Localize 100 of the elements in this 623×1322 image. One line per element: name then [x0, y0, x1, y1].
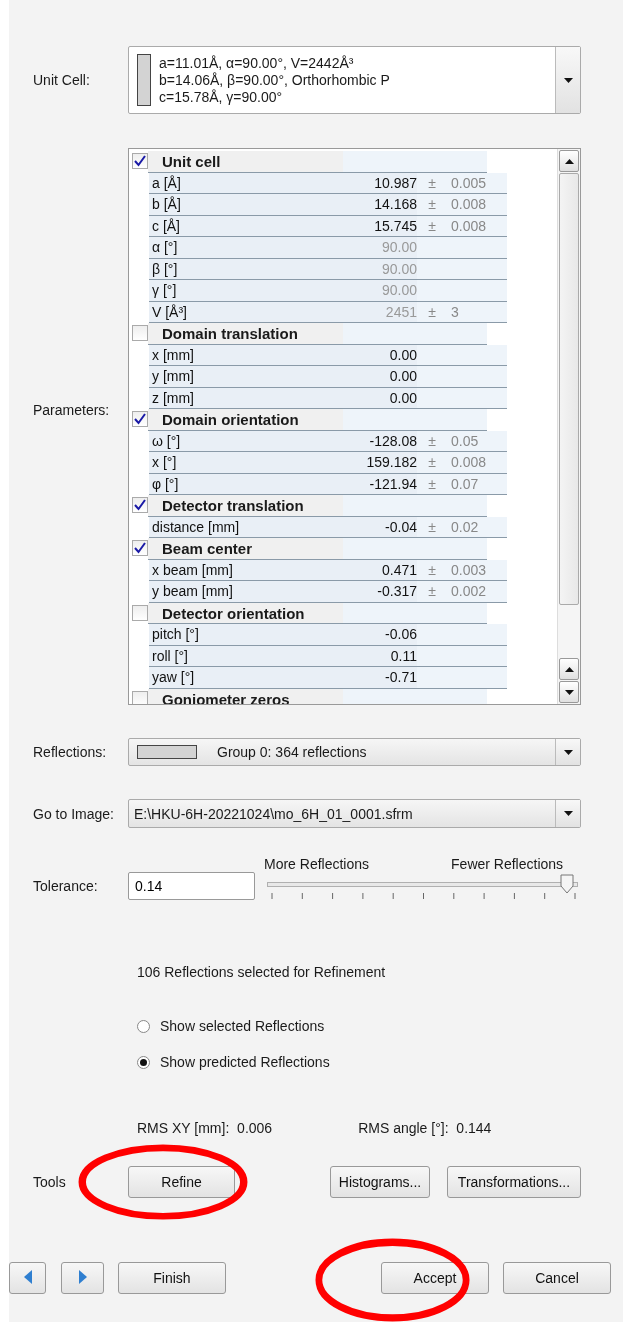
scroll-up-icon[interactable] — [564, 158, 574, 164]
group-title: Detector translation — [148, 495, 487, 517]
group-checkbox[interactable] — [132, 690, 148, 704]
group-checkbox[interactable] — [132, 153, 148, 169]
tools-label: Tools — [32, 1174, 67, 1190]
parameter-name: V [Å³] — [149, 301, 346, 323]
caret-icon — [563, 77, 573, 83]
plus-minus-cell: ± — [417, 473, 447, 495]
radio-option[interactable]: Show predicted Reflections — [137, 1054, 623, 1070]
plus-minus-cell: ± — [417, 430, 447, 452]
plus-minus-cell: ± — [417, 516, 447, 538]
dialog-button[interactable]: Accept — [381, 1262, 489, 1294]
scroll-up-icon[interactable] — [564, 666, 574, 672]
dialog-button[interactable]: Finish — [118, 1262, 226, 1294]
tolerance-field[interactable]: 0.14 — [128, 872, 255, 900]
parameter-name: α [°] — [149, 237, 346, 259]
group-title: Domain translation — [148, 323, 487, 345]
dialog-button[interactable]: Cancel — [503, 1262, 611, 1294]
parameter-error: 0.005 — [447, 172, 507, 194]
plus-minus-cell: ± — [417, 301, 447, 323]
next-button[interactable] — [61, 1262, 104, 1294]
tool-button[interactable]: Transformations... — [447, 1166, 581, 1198]
unit-cell-line: a=11.01Å, α=90.00°, V=2442Å³ — [159, 54, 354, 71]
parameter-error: 0.008 — [447, 215, 507, 237]
parameter-value: 90.00 — [346, 237, 417, 259]
tool-button[interactable]: Refine — [128, 1166, 235, 1198]
parameter-value: 2451 — [346, 301, 417, 323]
checkmark-icon — [134, 499, 146, 511]
parameter-error — [447, 624, 507, 646]
field-label: Tolerance: — [32, 878, 99, 894]
slider-label: Fewer Reflections — [451, 856, 564, 872]
parameter-error: 0.002 — [447, 581, 507, 603]
previous-button[interactable] — [9, 1262, 46, 1294]
scrollbar[interactable] — [557, 149, 580, 704]
color-swatch — [137, 745, 197, 759]
parameter-value: -0.317 — [346, 581, 417, 603]
parameter-name: c [Å] — [149, 215, 346, 237]
parameter-error: 0.008 — [447, 194, 507, 216]
parameter-name: φ [°] — [149, 473, 346, 495]
reflections-dropdown[interactable]: Group 0: 364 reflections — [128, 738, 581, 766]
rms-reading: RMS XY [mm]: 0.006 — [137, 1120, 273, 1136]
parameter-name: x beam [mm] — [149, 559, 346, 581]
parameter-error: 0.05 — [447, 430, 507, 452]
right-arrow-icon — [78, 1269, 87, 1284]
group-title: Beam center — [148, 538, 487, 560]
parameter-error — [447, 387, 507, 409]
parameter-value: -0.06 — [346, 624, 417, 646]
parameter-name: x [mm] — [149, 344, 346, 366]
parameter-error — [447, 237, 507, 259]
parameter-error: 0.003 — [447, 559, 507, 581]
radio-button[interactable] — [137, 1019, 150, 1033]
parameter-error — [447, 366, 507, 388]
group-checkbox[interactable] — [132, 540, 148, 556]
parameter-error: 3 — [447, 301, 507, 323]
parameter-value: 159.182 — [346, 452, 417, 474]
tool-button[interactable]: Histograms... — [330, 1166, 430, 1198]
group-title: Detector orientation — [148, 602, 487, 624]
group-checkbox[interactable] — [132, 411, 148, 427]
parameter-value: 0.00 — [346, 387, 417, 409]
group-checkbox[interactable] — [132, 604, 148, 621]
caret-icon — [564, 689, 574, 695]
plus-minus-cell: ± — [417, 215, 447, 237]
parameter-name: pitch [°] — [149, 624, 346, 646]
image-dropdown[interactable]: E:\HKU-6H-20221024\mo_6H_01_0001.sfrm — [128, 799, 581, 828]
parameter-name: yaw [°] — [149, 667, 346, 689]
checkmark-icon — [134, 413, 146, 425]
field-label: Parameters: — [32, 401, 111, 418]
parameter-name: x [°] — [149, 452, 346, 474]
plus-minus-cell: ± — [417, 581, 447, 603]
parameter-error — [447, 344, 507, 366]
color-swatch — [137, 54, 151, 106]
radio-button[interactable] — [137, 1055, 150, 1069]
parameter-value: 90.00 — [346, 258, 417, 280]
parameter-error — [447, 280, 507, 302]
plus-minus-cell: ± — [417, 172, 447, 194]
parameter-value: 14.168 — [346, 194, 417, 216]
plus-minus-cell — [417, 624, 447, 646]
parameter-value: 0.00 — [346, 344, 417, 366]
group-title: Unit cell — [148, 151, 487, 173]
plus-minus-cell — [417, 280, 447, 302]
parameter-value: 15.745 — [346, 215, 417, 237]
left-arrow-icon — [23, 1269, 32, 1284]
group-title: Domain orientation — [148, 409, 487, 431]
slider-thumb[interactable] — [560, 874, 575, 894]
parameter-value: 10.987 — [346, 172, 417, 194]
parameter-name: β [°] — [149, 258, 346, 280]
radio-option[interactable]: Show selected Reflections — [137, 1018, 623, 1034]
selection-summary: 106 Reflections selected for Refinement — [137, 964, 386, 980]
plus-minus-cell — [417, 387, 447, 409]
parameter-name: γ [°] — [149, 280, 346, 302]
unit-cell-line: b=14.06Å, β=90.00°, Orthorhombic P — [159, 71, 390, 88]
plus-minus-cell — [417, 258, 447, 280]
unit-cell-dropdown[interactable]: a=11.01Å, α=90.00°, V=2442Å³ b=14.06Å, β=90.00°, Orthorhombic P c=15.78Å, γ=90.00° — [128, 46, 581, 114]
checkmark-icon — [134, 155, 146, 167]
group-checkbox[interactable] — [132, 325, 148, 341]
parameter-error — [447, 667, 507, 689]
checkmark-icon — [134, 542, 146, 554]
plus-minus-cell: ± — [417, 452, 447, 474]
field-label: Reflections: — [32, 744, 108, 760]
group-checkbox[interactable] — [132, 497, 148, 513]
